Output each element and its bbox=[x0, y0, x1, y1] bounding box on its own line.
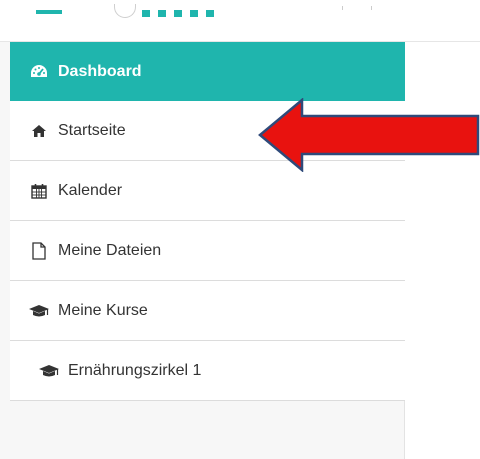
top-header bbox=[0, 0, 480, 42]
graduation-cap-icon bbox=[38, 360, 60, 382]
sidebar-item-label: Meine Kurse bbox=[58, 301, 148, 319]
sidebar-item-label: Startseite bbox=[58, 121, 126, 139]
logo-seal-icon bbox=[114, 4, 136, 18]
sidebar-item-label: Meine Dateien bbox=[58, 241, 162, 259]
graduation-cap-icon bbox=[28, 300, 50, 322]
sidebar-item-ernaehrungszirkel-1[interactable]: Ernährungszirkel 1 bbox=[10, 341, 405, 401]
home-icon bbox=[28, 120, 50, 142]
sidebar-item-meine-kurse[interactable]: Meine Kurse bbox=[10, 281, 405, 341]
sidebar-item-label: Kalender bbox=[58, 181, 123, 199]
sidebar-item-meine-dateien[interactable]: Meine Dateien bbox=[10, 221, 405, 281]
sidebar-item-label: Ernährungszirkel 1 bbox=[68, 361, 202, 379]
sidebar-item-label: Dashboard bbox=[58, 62, 142, 80]
sidebar-item-dashboard[interactable]: Dashboard bbox=[10, 42, 405, 101]
calendar-icon bbox=[28, 180, 50, 202]
file-icon bbox=[28, 240, 50, 262]
menu-toggle-icon[interactable] bbox=[36, 10, 62, 14]
dashboard-gauge-icon bbox=[28, 61, 50, 83]
logo-icon[interactable] bbox=[142, 10, 214, 17]
header-divider bbox=[342, 6, 372, 10]
annotation-arrow-icon bbox=[258, 98, 480, 172]
